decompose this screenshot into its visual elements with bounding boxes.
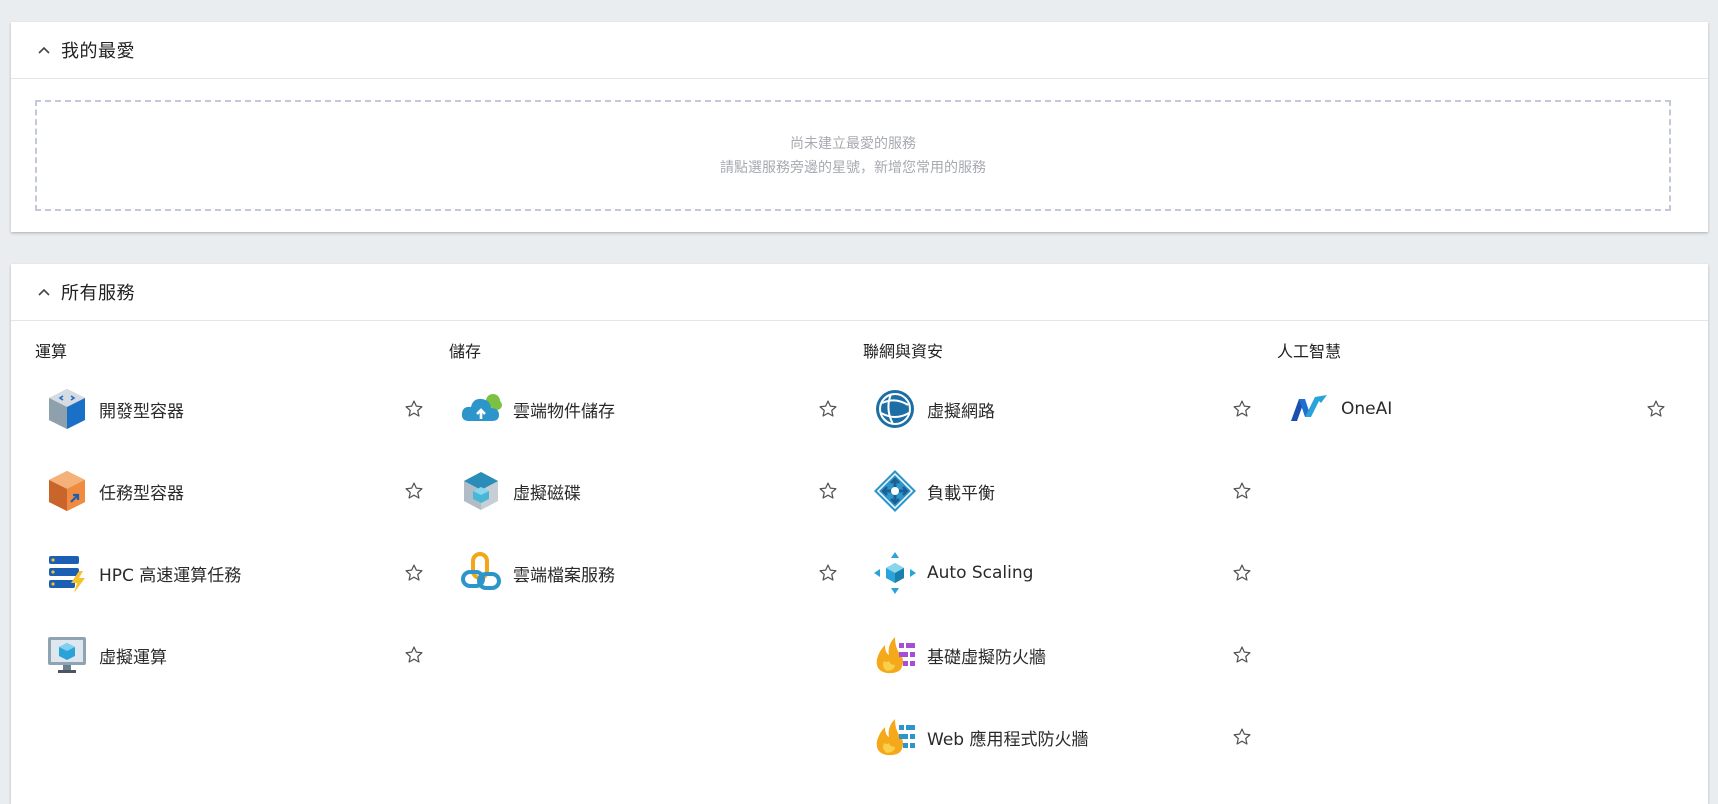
service-label[interactable]: 雲端物件儲存 [513,397,615,422]
star-icon[interactable] [403,398,425,420]
service-web-app-firewall[interactable]: Web 應用程式防火牆 [863,696,1253,778]
service-hpc[interactable]: HPC 高速運算任務 [35,532,425,614]
star-icon[interactable] [403,644,425,666]
service-label[interactable]: 虛擬網路 [927,397,995,422]
favorites-header[interactable]: 我的最愛 [11,22,1708,79]
category-title: 運算 [35,342,68,361]
star-icon[interactable] [817,562,839,584]
empty-message-line2: 請點選服務旁邊的星號，新增您常用的服務 [720,159,986,176]
service-basic-firewall[interactable]: 基礎虛擬防火牆 [863,614,1253,696]
category-title: 聯網與資安 [863,342,944,361]
service-label[interactable]: 基礎虛擬防火牆 [927,643,1046,668]
empty-message-line1: 尚未建立最愛的服務 [790,135,916,152]
service-label[interactable]: 任務型容器 [99,479,184,504]
service-job-container[interactable]: 任務型容器 [35,450,425,532]
star-icon[interactable] [817,398,839,420]
cloud-object-storage-icon [459,387,503,431]
service-label[interactable]: OneAI [1341,399,1392,419]
service-virtual-compute[interactable]: 虛擬運算 [35,614,425,696]
category-title: 儲存 [449,342,482,361]
service-cloud-object-storage[interactable]: 雲端物件儲存 [449,368,839,450]
service-label[interactable]: HPC 高速運算任務 [99,561,241,586]
dev-container-icon [45,387,89,431]
star-icon[interactable] [1231,562,1253,584]
service-label[interactable]: Auto Scaling [927,563,1033,583]
star-icon[interactable] [1645,398,1667,420]
hpc-icon [45,551,89,595]
star-icon[interactable] [1231,644,1253,666]
favorites-panel: 我的最愛 尚未建立最愛的服務 請點選服務旁邊的星號，新增您常用的服務 [11,22,1708,232]
star-icon[interactable] [403,480,425,502]
all-services-panel: 所有服務 運算 開發型容器 任務型容器 HPC 高速運算任務 虛擬運算 儲存 雲… [11,264,1708,804]
star-icon[interactable] [1231,480,1253,502]
category-storage: 儲存 雲端物件儲存 虛擬磁碟 雲端檔案服務 [449,340,839,614]
service-label[interactable]: 雲端檔案服務 [513,561,615,586]
virtual-network-icon [873,387,917,431]
all-services-header[interactable]: 所有服務 [11,264,1708,321]
favorites-empty-state: 尚未建立最愛的服務 請點選服務旁邊的星號，新增您常用的服務 [35,100,1671,211]
chevron-up-icon[interactable] [37,285,51,299]
job-container-icon [45,469,89,513]
category-networking-security: 聯網與資安 虛擬網路 負載平衡 Auto Scaling 基礎虛擬防火牆 Web… [863,340,1253,778]
service-oneai[interactable]: OneAI [1277,368,1667,450]
service-load-balancer[interactable]: 負載平衡 [863,450,1253,532]
service-virtual-disk[interactable]: 虛擬磁碟 [449,450,839,532]
chevron-up-icon[interactable] [37,43,51,57]
auto-scaling-icon [873,551,917,595]
oneai-icon [1287,387,1331,431]
service-auto-scaling[interactable]: Auto Scaling [863,532,1253,614]
service-label[interactable]: 開發型容器 [99,397,184,422]
star-icon[interactable] [817,480,839,502]
virtual-compute-icon [45,633,89,677]
star-icon[interactable] [403,562,425,584]
service-label[interactable]: 虛擬磁碟 [513,479,581,504]
category-compute: 運算 開發型容器 任務型容器 HPC 高速運算任務 虛擬運算 [35,340,425,696]
favorites-title: 我的最愛 [61,41,135,62]
cloud-file-service-icon [459,551,503,595]
service-label[interactable]: 負載平衡 [927,479,995,504]
service-virtual-network[interactable]: 虛擬網路 [863,368,1253,450]
category-ai: 人工智慧 OneAI [1277,340,1667,450]
all-services-title: 所有服務 [61,283,135,304]
service-label[interactable]: 虛擬運算 [99,643,167,668]
basic-firewall-icon [873,633,917,677]
star-icon[interactable] [1231,726,1253,748]
web-app-firewall-icon [873,715,917,759]
service-dev-container[interactable]: 開發型容器 [35,368,425,450]
service-cloud-file-service[interactable]: 雲端檔案服務 [449,532,839,614]
star-icon[interactable] [1231,398,1253,420]
load-balancer-icon [873,469,917,513]
category-title: 人工智慧 [1277,342,1342,361]
service-label[interactable]: Web 應用程式防火牆 [927,725,1088,750]
virtual-disk-icon [459,469,503,513]
